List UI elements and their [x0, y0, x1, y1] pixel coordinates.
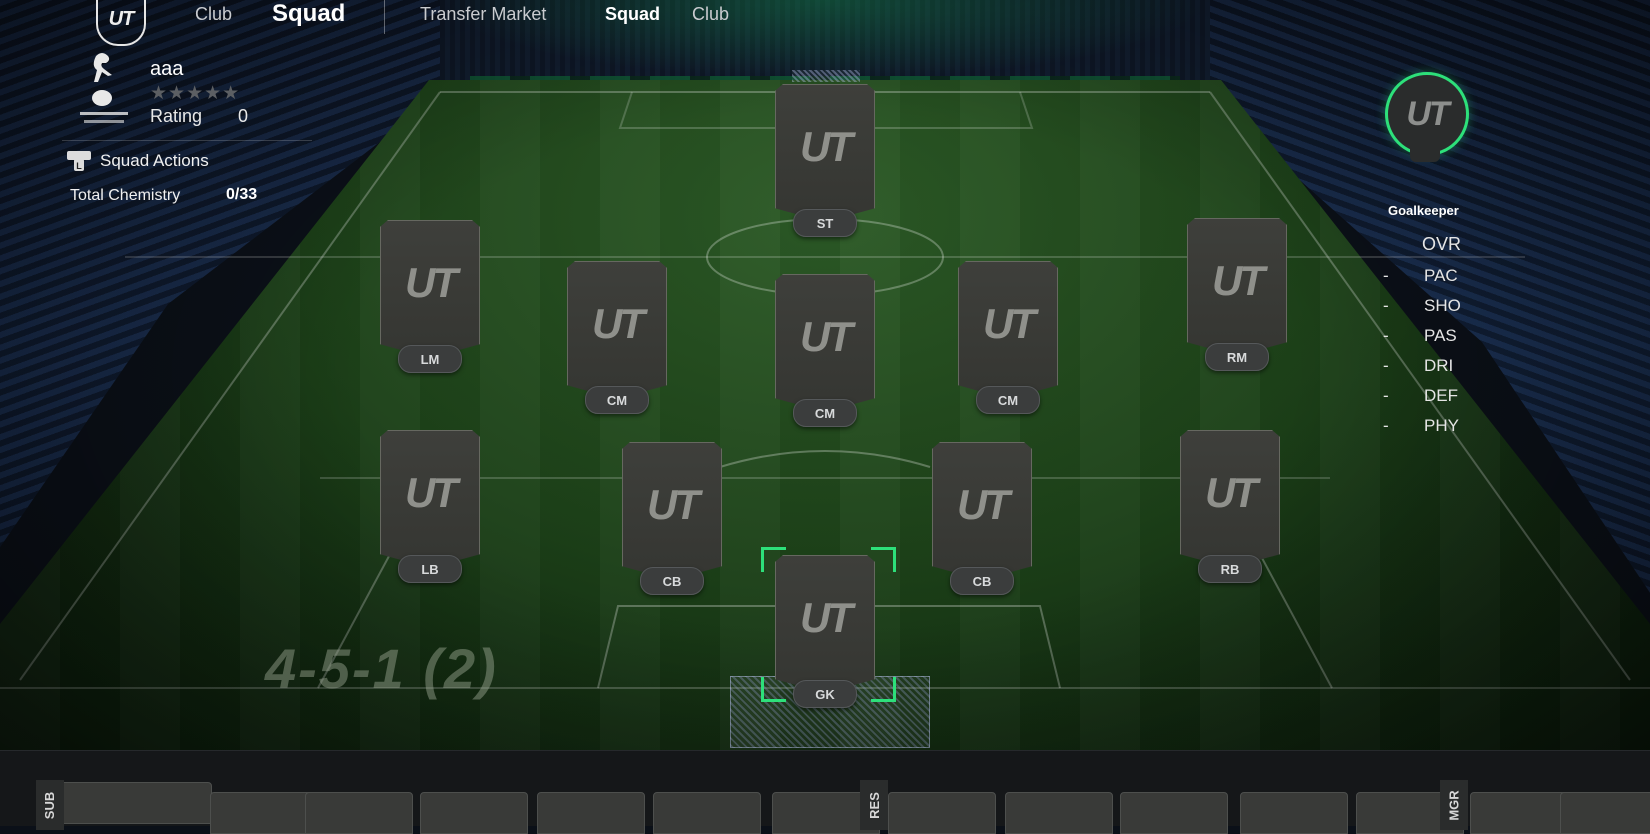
position-label: CB	[640, 567, 704, 595]
squad-actions-label: Squad Actions	[100, 151, 209, 170]
bench-slot[interactable]	[653, 792, 761, 834]
player-slot-cb[interactable]: UT	[932, 442, 1032, 580]
bench-tab-label: SUB	[42, 791, 58, 819]
bench-slot[interactable]	[1240, 792, 1348, 834]
bench-slot[interactable]	[537, 792, 645, 834]
position-label: RB	[1198, 555, 1262, 583]
position-label: CM	[976, 386, 1040, 414]
player-slot-st[interactable]: UT	[775, 84, 875, 222]
card-placeholder-logo: UT	[1212, 257, 1265, 304]
stat-value: -	[1383, 266, 1389, 285]
position-label: LB	[398, 555, 462, 583]
top-navigation: UT Club Squad Transfer Market Squad Club	[0, 0, 1650, 46]
chemistry-value: 0/33	[226, 186, 258, 203]
rating-label: Rating	[150, 106, 203, 126]
stat-name: DRI	[1424, 356, 1454, 375]
ut-logo-text: UT	[108, 7, 135, 30]
card-placeholder-logo: UT	[800, 313, 853, 360]
player-slot-rm[interactable]: UT	[1187, 218, 1287, 356]
chemistry-label: Total Chemistry	[70, 187, 181, 204]
bench-slot[interactable]	[420, 792, 528, 834]
bench-slot[interactable]	[1120, 792, 1228, 834]
player-slot-lm[interactable]: UT	[380, 220, 480, 358]
stat-value: -	[1383, 296, 1389, 315]
position-label: GK	[793, 680, 857, 708]
card-placeholder-logo: UT	[957, 481, 1010, 528]
bench-slot[interactable]	[888, 792, 996, 834]
card-placeholder-logo: UT	[800, 594, 853, 641]
selected-player-badge: UT	[1385, 72, 1469, 156]
nav-divider	[384, 0, 385, 34]
card-placeholder-logo: UT	[800, 123, 853, 170]
bench-slot[interactable]	[1560, 792, 1650, 834]
breadcrumb-club[interactable]: Club	[195, 4, 232, 25]
player-slot-cb[interactable]: UT	[622, 442, 722, 580]
stat-name: PAC	[1424, 266, 1458, 285]
info-divider	[62, 140, 312, 141]
selected-badge-logo: UT	[1406, 94, 1449, 133]
squad-name: aaa	[150, 58, 184, 80]
bench-tab-res[interactable]: RES	[860, 780, 888, 830]
stat-value: -	[1383, 356, 1389, 375]
position-label: ST	[793, 209, 857, 237]
club-crest-icon	[80, 53, 128, 123]
player-slot-cm[interactable]: UT	[775, 274, 875, 412]
stat-name: PHY	[1424, 416, 1459, 435]
card-placeholder-logo: UT	[592, 300, 645, 347]
page-title: Squad	[272, 0, 346, 27]
player-slot-lb[interactable]: UT	[380, 430, 480, 568]
bench-tab-sub[interactable]: SUB	[36, 780, 64, 830]
card-placeholder-logo: UT	[647, 481, 700, 528]
player-slot-cm[interactable]: UT	[567, 261, 667, 399]
selected-position-title: Goalkeeper	[1388, 203, 1459, 218]
bench-tab-label: MGR	[1446, 789, 1462, 821]
stat-name: PAS	[1424, 326, 1457, 345]
bench-slot[interactable]	[60, 782, 212, 824]
selection-bracket	[871, 677, 896, 702]
card-placeholder-logo: UT	[1205, 469, 1258, 516]
star-rating: ★★★★★	[150, 83, 241, 104]
position-label: CM	[793, 399, 857, 427]
far-goal	[792, 70, 860, 82]
ut-logo[interactable]: UT	[96, 0, 146, 46]
stat-value: -	[1383, 416, 1389, 435]
rating-value: 0	[238, 106, 249, 126]
bench-tab-mgr[interactable]: MGR	[1440, 780, 1468, 830]
stat-value: -	[1383, 386, 1389, 405]
selection-bracket	[761, 677, 786, 702]
card-placeholder-logo: UT	[405, 469, 458, 516]
stat-ovr-label: OVR	[1422, 234, 1462, 254]
svg-text:L: L	[76, 161, 82, 171]
bench-slot[interactable]	[210, 792, 318, 834]
position-label: CM	[585, 386, 649, 414]
bench-slot[interactable]	[305, 792, 413, 834]
bench-tab-label: RES	[866, 791, 882, 819]
stat-name: SHO	[1424, 296, 1461, 315]
controller-button-icon: L	[67, 151, 91, 171]
stat-name: DEF	[1424, 386, 1458, 405]
bench-slot[interactable]	[1005, 792, 1113, 834]
player-slot-cm[interactable]: UT	[958, 261, 1058, 399]
card-placeholder-logo: UT	[405, 259, 458, 306]
player-slot-gk[interactable]: UT	[775, 555, 875, 693]
player-slot-rb[interactable]: UT	[1180, 430, 1280, 568]
selection-bracket	[871, 547, 896, 572]
squad-actions-button[interactable]: L Squad Actions	[66, 150, 209, 172]
position-label: LM	[398, 345, 462, 373]
tab-transfer-market[interactable]: Transfer Market	[420, 4, 546, 25]
position-label: CB	[950, 567, 1014, 595]
tab-club[interactable]: Club	[692, 4, 729, 25]
position-label: RM	[1205, 343, 1269, 371]
formation-label[interactable]: 4-5-1 (2)	[265, 636, 498, 701]
card-placeholder-logo: UT	[983, 300, 1036, 347]
tab-squad[interactable]: Squad	[605, 4, 660, 25]
stat-value: -	[1383, 326, 1389, 345]
selection-bracket	[761, 547, 786, 572]
